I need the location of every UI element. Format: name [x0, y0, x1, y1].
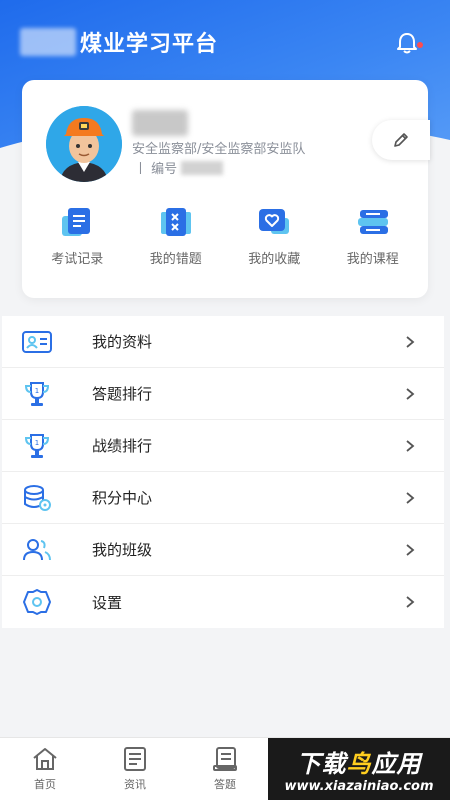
watermark-en: www.xiazainiao.com — [284, 779, 434, 794]
menu-label: 设置 — [92, 593, 123, 612]
menu-label: 积分中心 — [92, 489, 153, 507]
wrong-questions-icon — [160, 208, 191, 236]
settings-menu: 我的资料 1 答题排行 1 战绩排行 积分中心 我的班级 设置 — [2, 316, 444, 628]
quick-wrong-questions[interactable]: 我的错题 — [131, 206, 221, 267]
news-icon — [124, 747, 146, 771]
courses-icon — [357, 210, 388, 234]
app-title: 煤业学习平台 — [20, 24, 218, 60]
menu-label: 我的班级 — [92, 541, 153, 559]
title-blurred-prefix — [20, 28, 76, 56]
avatar-miner-icon — [46, 106, 122, 182]
menu-label: 答题排行 — [92, 385, 153, 403]
quick-courses[interactable]: 我的课程 — [328, 206, 418, 267]
settings-icon — [23, 589, 51, 615]
pencil-icon — [394, 133, 408, 147]
quick-label: 我的课程 — [346, 252, 399, 267]
chevron-right-icon — [406, 596, 415, 608]
tab-label: 资讯 — [124, 778, 146, 791]
favorites-icon — [259, 209, 290, 234]
menu-item-record-ranking[interactable]: 1 战绩排行 — [2, 420, 444, 472]
employee-number-label: 丨 编号 — [134, 162, 178, 177]
svg-text:1: 1 — [35, 387, 39, 395]
home-icon — [33, 748, 57, 770]
employee-number-blurred — [181, 160, 224, 175]
trophy-icon: 1 — [24, 433, 50, 458]
quick-actions: 考试记录 我的错题 我的收藏 我的课程 — [22, 206, 428, 267]
notification-button[interactable] — [394, 30, 423, 56]
quick-favorites[interactable]: 我的收藏 — [229, 206, 319, 267]
employee-number: 丨 编号 — [134, 158, 224, 177]
menu-item-points-center[interactable]: 积分中心 — [2, 472, 444, 524]
trophy-icon: 1 — [24, 381, 50, 406]
edit-profile-button[interactable] — [372, 120, 430, 160]
answer-icon — [213, 747, 237, 771]
watermark-logo: 下载鸟应用 www.xiazainiao.com — [268, 738, 450, 800]
chevron-right-icon — [406, 439, 415, 452]
quick-label: 我的错题 — [149, 252, 202, 267]
notification-dot — [417, 42, 423, 48]
tab-answer[interactable]: 答题 — [180, 738, 270, 800]
menu-item-settings[interactable]: 设置 — [2, 576, 444, 628]
coins-icon — [24, 484, 51, 511]
tab-label: 答题 — [214, 778, 236, 791]
chevron-right-icon — [406, 387, 415, 400]
quick-label: 我的收藏 — [248, 252, 301, 267]
bell-icon — [397, 33, 417, 54]
menu-item-my-class[interactable]: 我的班级 — [2, 524, 444, 576]
watermark-cn: 下载鸟应用 — [296, 750, 422, 778]
department-text: 安全监察部/安全监察部安监队 — [132, 142, 306, 157]
exam-record-icon — [62, 208, 91, 236]
svg-text:1: 1 — [35, 439, 39, 447]
quick-exam-records[interactable]: 考试记录 — [32, 206, 122, 267]
user-name-blurred — [132, 110, 188, 136]
id-card-icon — [22, 330, 52, 353]
chevron-right-icon — [406, 335, 415, 348]
quick-label: 考试记录 — [51, 252, 104, 267]
chevron-right-icon — [406, 491, 415, 504]
users-icon — [23, 538, 51, 560]
app-title-text: 煤业学习平台 — [80, 32, 219, 57]
menu-item-answer-ranking[interactable]: 1 答题排行 — [2, 368, 444, 420]
menu-label: 战绩排行 — [92, 437, 153, 455]
avatar[interactable] — [46, 106, 122, 182]
tab-label: 首页 — [34, 778, 56, 791]
menu-item-my-profile[interactable]: 我的资料 — [2, 316, 444, 368]
menu-label: 我的资料 — [92, 333, 153, 351]
tab-home[interactable]: 首页 — [0, 738, 90, 800]
tab-news[interactable]: 资讯 — [90, 738, 180, 800]
profile-card: 安全监察部/安全监察部安监队 丨 编号 考试记录 我的错题 我的收藏 我的课程 — [22, 80, 430, 298]
chevron-right-icon — [406, 543, 415, 556]
